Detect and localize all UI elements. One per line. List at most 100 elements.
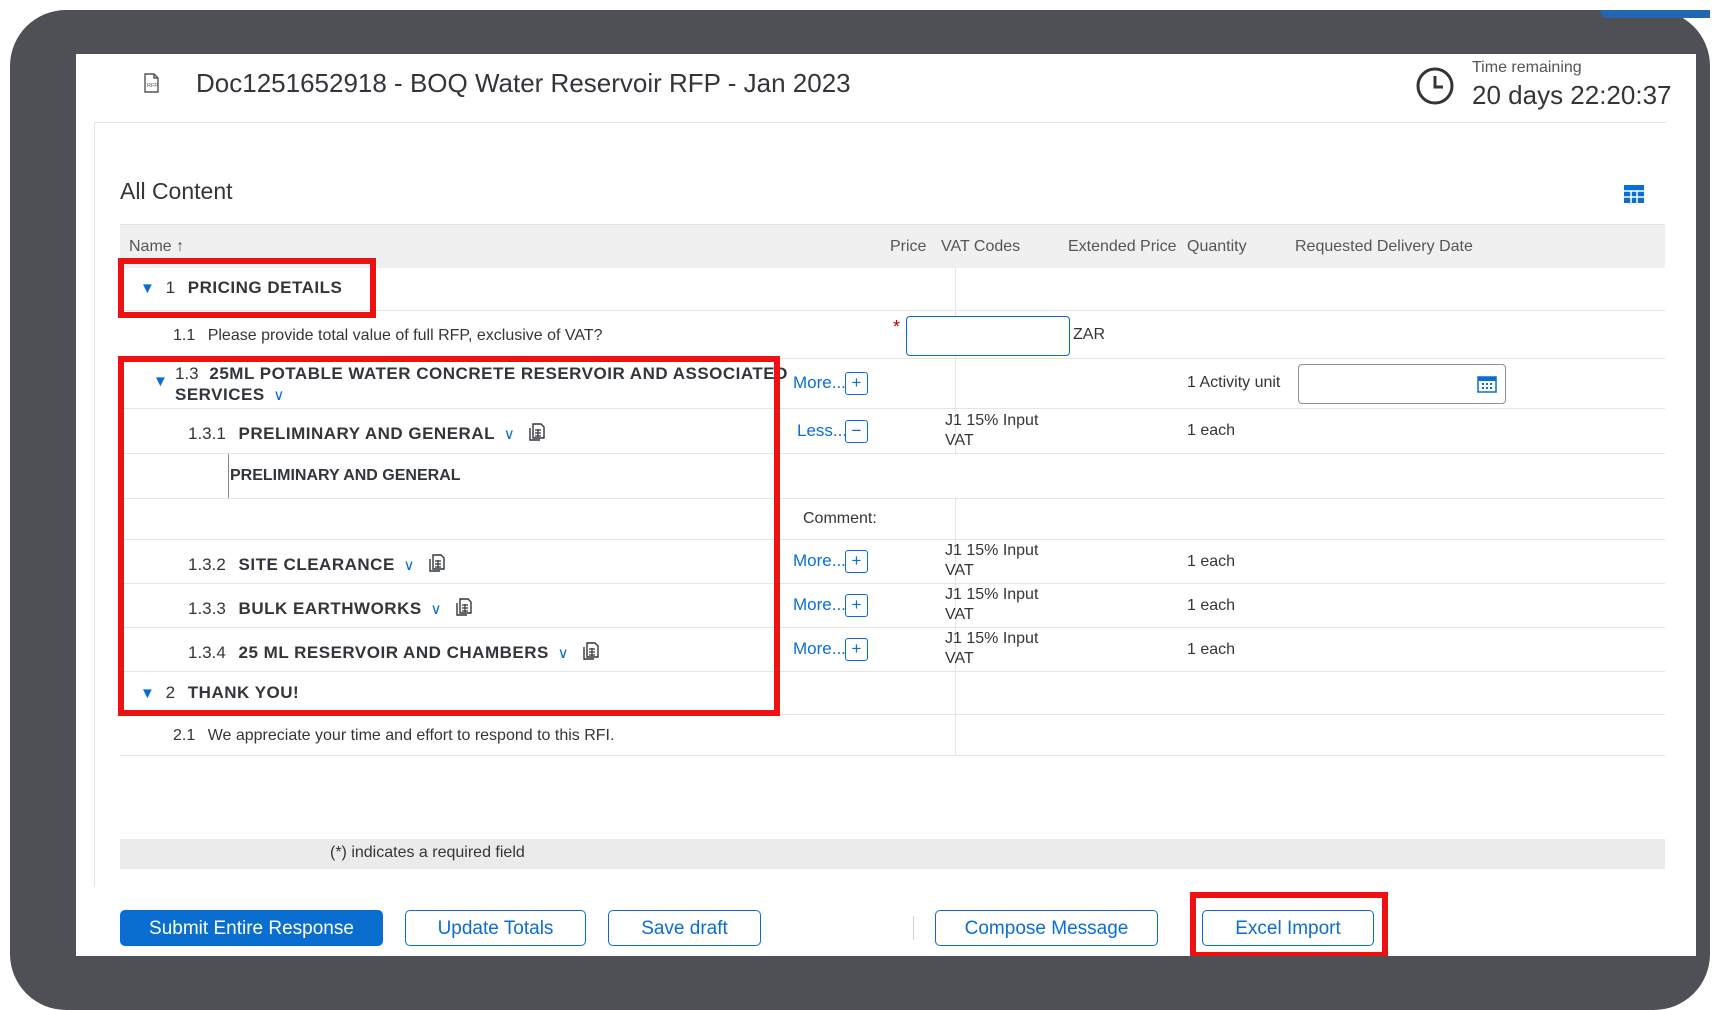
col-header-name[interactable]: Name ↑ bbox=[129, 238, 184, 256]
table-row: ▼ 1 PRICING DETAILS bbox=[120, 268, 1665, 311]
update-totals-button[interactable]: Update Totals bbox=[405, 910, 586, 946]
row-label: Please provide total value of full RFP, … bbox=[207, 327, 603, 344]
item-description: PRELIMINARY AND GENERAL bbox=[230, 467, 461, 484]
row-number: 1 bbox=[165, 278, 176, 297]
col-header-price[interactable]: Price bbox=[890, 238, 926, 256]
expand-caret-icon[interactable]: ▼ bbox=[140, 280, 155, 297]
col-header-quantity[interactable]: Quantity bbox=[1187, 238, 1247, 256]
table-row: ▼ 1.3 25ML POTABLE WATER CONCRETE RESERV… bbox=[120, 359, 1665, 409]
vat-code-line1: J1 15% Input bbox=[945, 630, 1039, 647]
table-settings-icon[interactable] bbox=[1623, 184, 1645, 204]
table-header-row: Name ↑ Price VAT Codes Extended Price Qu… bbox=[120, 224, 1665, 268]
more-link[interactable]: More... bbox=[793, 639, 846, 659]
button-separator bbox=[913, 916, 914, 940]
row-label-line2: SERVICES bbox=[175, 385, 265, 404]
delivery-date-input[interactable] bbox=[1298, 364, 1506, 404]
row-number: 1.1 bbox=[173, 327, 196, 344]
table-row: ▼ 2 THANK YOU! bbox=[120, 672, 1665, 715]
row-label: 25 ML RESERVOIR AND CHAMBERS bbox=[238, 643, 549, 662]
vat-code-line2: VAT bbox=[945, 650, 974, 667]
copy-icon[interactable] bbox=[527, 422, 547, 442]
chevron-down-icon[interactable]: ∨ bbox=[273, 387, 284, 404]
row-number: 1.3.3 bbox=[188, 599, 226, 618]
submit-entire-response-button[interactable]: Submit Entire Response bbox=[120, 910, 383, 946]
row-label: PRELIMINARY AND GENERAL bbox=[238, 424, 495, 443]
row-label: BULK EARTHWORKS bbox=[238, 599, 422, 618]
section-title: All Content bbox=[120, 178, 233, 204]
vat-code-line1: J1 15% Input bbox=[945, 412, 1039, 429]
device-frame: RFP Doc1251652918 - BOQ Water Reservoir … bbox=[10, 10, 1710, 1010]
vat-code-line1: J1 15% Input bbox=[945, 586, 1039, 603]
table-row: 1.1 Please provide total value of full R… bbox=[120, 311, 1665, 359]
clock-icon bbox=[1416, 67, 1454, 105]
required-field-text: (*) indicates a required field bbox=[330, 844, 525, 861]
time-remaining-value: 20 days 22:20:37 bbox=[1472, 80, 1672, 110]
comment-label: Comment: bbox=[803, 510, 877, 527]
chevron-down-icon[interactable]: ∨ bbox=[558, 645, 569, 662]
vat-code-line2: VAT bbox=[945, 432, 974, 449]
row-number: 1.3.2 bbox=[188, 555, 226, 574]
more-link[interactable]: More... bbox=[793, 595, 846, 615]
calendar-icon[interactable] bbox=[1477, 375, 1497, 393]
left-divider bbox=[94, 122, 95, 887]
less-link[interactable]: Less... bbox=[797, 421, 847, 441]
row-label: THANK YOU! bbox=[187, 683, 300, 702]
row-number: 1.3.4 bbox=[188, 643, 226, 662]
content-table: Name ↑ Price VAT Codes Extended Price Qu… bbox=[120, 224, 1665, 756]
row-label: PRICING DETAILS bbox=[187, 278, 343, 297]
copy-icon[interactable] bbox=[427, 553, 447, 573]
expand-plus-button[interactable]: + bbox=[845, 372, 868, 395]
row-number: 2 bbox=[165, 683, 176, 702]
document-header: RFP Doc1251652918 - BOQ Water Reservoir … bbox=[94, 54, 1672, 123]
expand-plus-button[interactable]: + bbox=[845, 594, 868, 617]
copy-icon[interactable] bbox=[454, 597, 474, 617]
more-link[interactable]: More... bbox=[793, 551, 846, 571]
quantity-value: 1 each bbox=[1187, 422, 1236, 439]
collapse-minus-button[interactable]: − bbox=[845, 420, 868, 443]
row-number: 1.3 bbox=[175, 364, 199, 383]
expand-caret-icon[interactable]: ▼ bbox=[153, 373, 168, 390]
table-row: 1.3.4 25 ML RESERVOIR AND CHAMBERS ∨ Mor… bbox=[120, 628, 1665, 672]
quantity-value: 1 Activity unit bbox=[1187, 374, 1281, 391]
col-header-extended-price[interactable]: Extended Price bbox=[1068, 238, 1177, 256]
description-row: PRELIMINARY AND GENERAL bbox=[120, 454, 1665, 499]
rfp-document-icon: RFP bbox=[144, 73, 159, 93]
description-indent-bar bbox=[228, 454, 229, 498]
row-label-line1: 25ML POTABLE WATER CONCRETE RESERVOIR AN… bbox=[209, 364, 788, 383]
expand-plus-button[interactable]: + bbox=[845, 550, 868, 573]
table-row: 1.3.2 SITE CLEARANCE ∨ More... + J1 15% … bbox=[120, 540, 1665, 584]
total-value-input[interactable] bbox=[906, 316, 1070, 356]
row-number: 1.3.1 bbox=[188, 424, 226, 443]
svg-text:RFP: RFP bbox=[147, 83, 158, 89]
quantity-value: 1 each bbox=[1187, 553, 1236, 570]
col-header-delivery-date[interactable]: Requested Delivery Date bbox=[1295, 238, 1473, 256]
document-title: Doc1251652918 - BOQ Water Reservoir RFP … bbox=[196, 68, 851, 98]
table-row: 1.3.3 BULK EARTHWORKS ∨ More... + J1 15%… bbox=[120, 584, 1665, 628]
save-draft-button[interactable]: Save draft bbox=[608, 910, 761, 946]
comment-row: Comment: bbox=[120, 499, 1665, 540]
compose-message-button[interactable]: Compose Message bbox=[935, 910, 1158, 946]
col-header-vat-codes[interactable]: VAT Codes bbox=[941, 238, 1020, 256]
currency-label: ZAR bbox=[1073, 326, 1105, 343]
required-marker: * bbox=[893, 317, 901, 337]
chevron-down-icon[interactable]: ∨ bbox=[504, 426, 515, 443]
quantity-value: 1 each bbox=[1187, 641, 1236, 658]
vat-code-line2: VAT bbox=[945, 562, 974, 579]
required-field-note: (*) indicates a required field bbox=[120, 839, 1665, 869]
vat-code-line2: VAT bbox=[945, 606, 974, 623]
excel-import-button[interactable]: Excel Import bbox=[1202, 910, 1374, 946]
time-remaining-label: Time remaining bbox=[1472, 59, 1582, 76]
vat-code-line1: J1 15% Input bbox=[945, 542, 1039, 559]
copy-icon[interactable] bbox=[581, 641, 601, 661]
expand-plus-button[interactable]: + bbox=[845, 638, 868, 661]
row-label: We appreciate your time and effort to re… bbox=[207, 727, 615, 744]
table-row: 2.1 We appreciate your time and effort t… bbox=[120, 715, 1665, 756]
expand-caret-icon[interactable]: ▼ bbox=[140, 685, 155, 702]
quantity-value: 1 each bbox=[1187, 597, 1236, 614]
chevron-down-icon[interactable]: ∨ bbox=[430, 601, 441, 618]
corner-accent bbox=[1600, 10, 1710, 18]
chevron-down-icon[interactable]: ∨ bbox=[404, 557, 415, 574]
table-row: 1.3.1 PRELIMINARY AND GENERAL ∨ Less... … bbox=[120, 409, 1665, 454]
more-link[interactable]: More... bbox=[793, 373, 846, 393]
app-screen: RFP Doc1251652918 - BOQ Water Reservoir … bbox=[76, 54, 1696, 956]
